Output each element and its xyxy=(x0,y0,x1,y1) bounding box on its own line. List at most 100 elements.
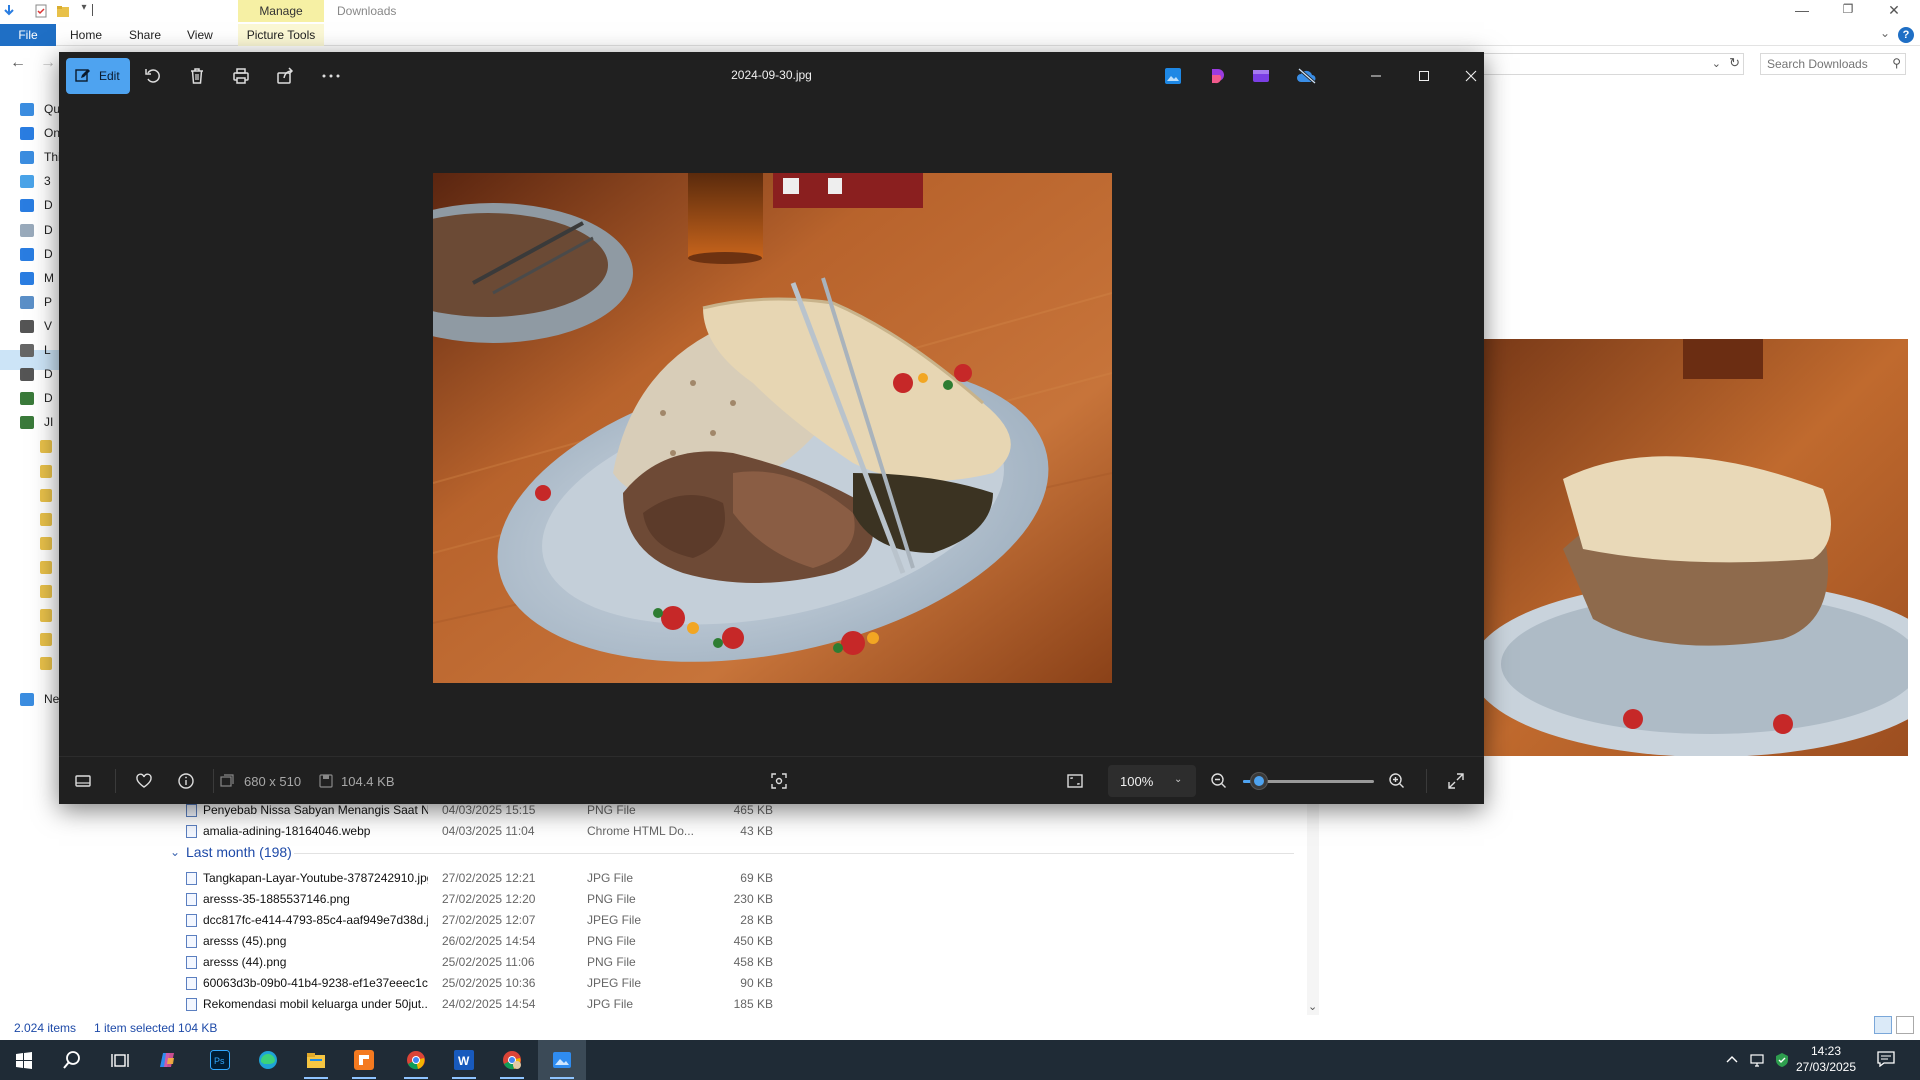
nav-item[interactable]: Qu xyxy=(20,100,60,120)
nav-item[interactable]: On xyxy=(20,124,60,144)
zoom-out-icon[interactable] xyxy=(1209,771,1229,791)
nav-item[interactable] xyxy=(20,486,60,506)
nav-item[interactable] xyxy=(20,654,60,674)
video-editor-icon[interactable] xyxy=(1252,67,1270,85)
rotate-icon[interactable] xyxy=(143,66,163,86)
full-screen-icon[interactable] xyxy=(1446,771,1466,791)
more-options-icon[interactable] xyxy=(321,66,341,86)
taskbar-word[interactable]: W xyxy=(440,1040,488,1080)
maximize-icon[interactable] xyxy=(1413,66,1435,86)
taskbar-app-orange[interactable] xyxy=(340,1040,388,1080)
file-row[interactable]: Rekomendasi mobil keluarga under 50jut..… xyxy=(168,994,968,1014)
address-dropdown-icon[interactable]: ⌄ xyxy=(1712,57,1721,70)
properties-icon[interactable] xyxy=(34,4,48,18)
network-icon[interactable] xyxy=(1750,1052,1766,1068)
zoom-slider-thumb[interactable] xyxy=(1250,773,1267,789)
file-list-scrollbar[interactable] xyxy=(1307,770,1319,1015)
favorite-heart-icon[interactable] xyxy=(134,771,154,791)
task-view-button[interactable] xyxy=(96,1040,144,1080)
nav-item[interactable]: D xyxy=(20,196,60,216)
tab-home[interactable]: Home xyxy=(70,24,102,46)
quick-access-dropdown-icon[interactable]: ▾ xyxy=(74,2,94,13)
filmstrip-icon[interactable] xyxy=(73,771,93,791)
file-row[interactable]: amalia-adining-18164046.webp 04/03/2025 1… xyxy=(168,821,968,841)
nav-item[interactable]: 3 xyxy=(20,172,60,192)
photos-app-icon[interactable] xyxy=(1164,67,1182,85)
nav-item[interactable]: M xyxy=(20,269,60,289)
taskbar-chrome[interactable] xyxy=(392,1040,440,1080)
tab-view[interactable]: View xyxy=(187,24,213,46)
share-icon[interactable] xyxy=(275,66,295,86)
nav-item[interactable] xyxy=(20,462,60,482)
clipchamp-icon[interactable] xyxy=(1208,67,1226,85)
nav-item[interactable]: L xyxy=(20,341,60,361)
restore-icon[interactable]: ❐ xyxy=(1838,2,1858,16)
minimize-icon[interactable] xyxy=(1365,66,1387,86)
file-row[interactable]: aresss-35-1885537146.png 27/02/2025 12:20… xyxy=(168,889,968,909)
nav-item[interactable]: D xyxy=(20,365,60,385)
visual-search-icon[interactable] xyxy=(769,771,789,791)
taskbar-search[interactable] xyxy=(48,1040,96,1080)
nav-item[interactable] xyxy=(20,630,60,650)
nav-item[interactable]: D xyxy=(20,245,60,265)
file-row[interactable]: dcc817fc-e414-4793-85c4-aaf949e7d38d.j..… xyxy=(168,910,968,930)
nav-item[interactable] xyxy=(20,437,60,457)
file-row[interactable]: aresss (44).png 25/02/2025 11:06 PNG File 4… xyxy=(168,952,968,972)
onedrive-offline-icon[interactable] xyxy=(1296,67,1318,85)
nav-item[interactable]: D xyxy=(20,221,60,241)
fit-to-window-icon[interactable] xyxy=(1065,771,1085,791)
nav-item[interactable]: Thi xyxy=(20,148,60,168)
taskbar-edge[interactable] xyxy=(244,1040,292,1080)
main-photo[interactable] xyxy=(433,173,1112,683)
search-input[interactable] xyxy=(1761,54,1881,74)
scroll-down-arrow-icon[interactable]: ⌄ xyxy=(1308,1000,1317,1013)
new-folder-icon[interactable] xyxy=(56,4,70,18)
nav-item[interactable] xyxy=(20,534,60,554)
search-box[interactable]: ⚲ xyxy=(1760,53,1906,75)
close-icon[interactable] xyxy=(1460,66,1482,86)
notifications-icon[interactable] xyxy=(1877,1051,1895,1067)
tab-share[interactable]: Share xyxy=(129,24,161,46)
nav-item[interactable]: Ne xyxy=(20,690,60,710)
taskbar-chrome-profile[interactable] xyxy=(488,1040,536,1080)
edit-button[interactable]: Edit xyxy=(66,58,130,94)
close-icon[interactable]: ✕ xyxy=(1884,2,1904,19)
delete-icon[interactable] xyxy=(187,66,207,86)
zoom-in-icon[interactable] xyxy=(1387,771,1407,791)
start-button[interactable] xyxy=(0,1040,48,1080)
nav-item[interactable] xyxy=(20,510,60,530)
minimize-icon[interactable]: — xyxy=(1792,2,1812,18)
ribbon-expand-icon[interactable]: ⌄ xyxy=(1880,26,1890,40)
forward-arrow-icon[interactable]: → xyxy=(40,54,56,72)
nav-item[interactable] xyxy=(20,582,60,602)
nav-item[interactable] xyxy=(20,606,60,626)
address-bar[interactable]: ⌄ ↻ xyxy=(1480,53,1744,75)
tab-picture-tools[interactable]: Picture Tools xyxy=(238,24,324,46)
nav-item[interactable]: P xyxy=(20,293,60,313)
help-icon[interactable]: ? xyxy=(1898,27,1914,43)
manage-tab[interactable]: Manage xyxy=(238,0,324,22)
tab-file[interactable]: File xyxy=(0,24,56,46)
chevron-down-icon[interactable]: ⌄ xyxy=(170,845,180,859)
info-icon[interactable] xyxy=(176,771,196,791)
refresh-icon[interactable]: ↻ xyxy=(1729,55,1740,71)
file-row[interactable]: aresss (45).png 26/02/2025 14:54 PNG File 4… xyxy=(168,931,968,951)
details-view-icon[interactable] xyxy=(1874,1016,1892,1034)
zoom-level-dropdown[interactable]: 100% ⌄ xyxy=(1108,765,1196,797)
back-arrow-icon[interactable]: ← xyxy=(10,54,26,72)
security-shield-icon[interactable] xyxy=(1774,1052,1790,1068)
group-header-last-month[interactable]: ⌄ Last month (198) xyxy=(168,842,1298,864)
print-icon[interactable] xyxy=(231,66,251,86)
file-row[interactable]: Tangkapan-Layar-Youtube-3787242910.jpg 27… xyxy=(168,868,968,888)
show-hidden-icons-icon[interactable] xyxy=(1724,1052,1740,1068)
file-row[interactable]: 60063d3b-09b0-41b4-9238-ef1e37eeec1c....… xyxy=(168,973,968,993)
large-icons-view-icon[interactable] xyxy=(1896,1016,1914,1034)
taskbar-photoshop[interactable]: Ps xyxy=(196,1040,244,1080)
system-clock[interactable]: 14:23 27/03/2025 xyxy=(1790,1043,1862,1075)
nav-item[interactable]: JI xyxy=(20,413,60,433)
taskbar-file-explorer[interactable] xyxy=(292,1040,340,1080)
download-arrow-icon[interactable] xyxy=(2,4,16,18)
nav-item[interactable]: D xyxy=(20,389,60,409)
nav-item[interactable] xyxy=(20,558,60,578)
taskbar-copilot[interactable] xyxy=(144,1040,192,1080)
